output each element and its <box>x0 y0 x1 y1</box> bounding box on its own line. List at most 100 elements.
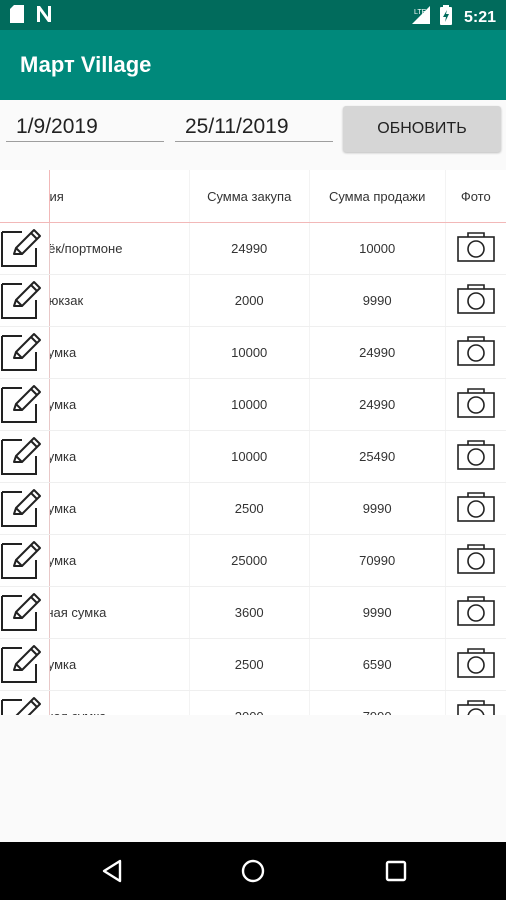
camera-icon <box>456 440 496 474</box>
header-photo[interactable]: Фото <box>444 170 506 223</box>
table-row[interactable]: рожная сумка 36009990 <box>0 586 506 639</box>
table-row[interactable]: ой рюкзак 20009990 <box>0 274 506 327</box>
category-cell: ая сумка <box>49 378 190 431</box>
header-buy-sum[interactable]: Сумма закупа <box>188 170 310 223</box>
photo-button[interactable] <box>444 222 506 275</box>
table-row[interactable]: ая сумка 1000024990 <box>0 326 506 379</box>
svg-text:LTE: LTE <box>414 9 427 16</box>
edit-button[interactable] <box>0 638 51 691</box>
sell-sum-cell: 9990 <box>308 482 446 535</box>
edit-button[interactable] <box>0 326 51 379</box>
table-header-row: егория Сумма закупа Сумма продажи Фото <box>0 170 506 223</box>
buy-sum-cell: 25000 <box>188 534 310 587</box>
buy-sum-cell: 2000 <box>188 274 310 327</box>
edit-icon <box>0 593 42 635</box>
edit-icon <box>0 489 42 531</box>
camera-icon <box>456 388 496 422</box>
table-row[interactable]: рожная сумка20007990 <box>0 690 506 715</box>
photo-button[interactable] <box>444 326 506 379</box>
buy-sum-cell: 3600 <box>188 586 310 639</box>
sell-sum-cell: 9990 <box>308 274 446 327</box>
camera-icon <box>456 648 496 682</box>
edit-button[interactable] <box>0 690 51 715</box>
refresh-button[interactable]: обновить <box>343 106 501 152</box>
header-category[interactable]: егория <box>49 170 190 223</box>
edit-button[interactable] <box>0 274 51 327</box>
edit-button[interactable] <box>0 430 51 483</box>
camera-icon <box>456 544 496 578</box>
table-row[interactable]: ая сумка 1000025490 <box>0 430 506 483</box>
photo-button[interactable] <box>444 430 506 483</box>
app-bar: Март Village <box>0 30 506 100</box>
photo-button[interactable] <box>444 274 506 327</box>
status-bar: LTE 5:21 <box>0 0 506 30</box>
buy-sum-cell: 2000 <box>188 690 310 715</box>
buy-sum-cell: 10000 <box>188 326 310 379</box>
back-icon <box>102 859 122 883</box>
back-button[interactable] <box>97 856 127 886</box>
edit-icon <box>0 385 42 427</box>
sell-sum-cell: 24990 <box>308 326 446 379</box>
sell-sum-cell: 10000 <box>308 222 446 275</box>
photo-button[interactable] <box>444 378 506 431</box>
photo-button[interactable] <box>444 534 506 587</box>
table-row[interactable]: ая сумка 2500070990 <box>0 534 506 587</box>
end-date-input[interactable] <box>175 112 333 142</box>
header-sell-sum[interactable]: Сумма продажи <box>308 170 446 223</box>
photo-button[interactable] <box>444 482 506 535</box>
photo-button[interactable] <box>444 586 506 639</box>
category-cell: шелёк/портмоне <box>49 222 190 275</box>
category-cell: ая сумка <box>49 482 190 535</box>
camera-icon <box>456 284 496 318</box>
n-notification-icon <box>36 5 52 28</box>
photo-button[interactable] <box>444 638 506 691</box>
photo-button[interactable] <box>444 690 506 715</box>
edit-icon <box>0 437 42 479</box>
header-category-label: егория <box>49 188 64 204</box>
start-date-input[interactable] <box>6 112 164 142</box>
buy-sum-cell: 10000 <box>188 430 310 483</box>
sales-table-container[interactable]: егория Сумма закупа Сумма продажи Фото ш… <box>0 170 506 715</box>
sell-sum-cell: 7990 <box>308 690 446 715</box>
category-text: ая сумка <box>50 657 77 672</box>
buy-sum-cell: 2500 <box>188 638 310 691</box>
sd-card-icon <box>10 5 24 28</box>
edit-icon <box>0 645 42 687</box>
date-filter-row: обновить <box>0 100 506 170</box>
category-cell: рожная сумка <box>49 586 190 639</box>
category-cell: ая сумка <box>49 638 190 691</box>
edit-button[interactable] <box>0 482 51 535</box>
category-text: ой рюкзак <box>49 293 84 308</box>
home-icon <box>241 859 265 883</box>
edit-button[interactable] <box>0 534 51 587</box>
category-text: ая сумка <box>50 449 77 464</box>
category-text: ая сумка <box>50 345 77 360</box>
edit-button[interactable] <box>0 222 51 275</box>
sales-table: егория Сумма закупа Сумма продажи Фото ш… <box>0 170 506 715</box>
table-row[interactable]: ая сумка 25006590 <box>0 638 506 691</box>
sell-sum-cell: 70990 <box>308 534 446 587</box>
recents-icon <box>385 860 407 882</box>
edit-icon <box>0 281 42 323</box>
recents-button[interactable] <box>381 856 411 886</box>
edit-icon <box>0 541 42 583</box>
category-cell: ой рюкзак <box>49 274 190 327</box>
table-row[interactable]: шелёк/портмоне 2499010000 <box>0 222 506 275</box>
category-text: рожная сумка <box>50 605 107 620</box>
camera-icon <box>456 336 496 370</box>
edit-button[interactable] <box>0 378 51 431</box>
battery-icon <box>439 5 452 30</box>
home-button[interactable] <box>238 856 268 886</box>
edit-icon <box>0 333 42 375</box>
sell-sum-cell: 24990 <box>308 378 446 431</box>
camera-icon <box>456 492 496 526</box>
table-row[interactable]: ая сумка 25009990 <box>0 482 506 535</box>
app-title: Март Village <box>20 52 152 77</box>
buy-sum-cell: 2500 <box>188 482 310 535</box>
edit-button[interactable] <box>0 586 51 639</box>
category-text: ая сумка <box>50 397 77 412</box>
category-cell: рожная сумка <box>49 690 190 715</box>
table-row[interactable]: ая сумка 1000024990 <box>0 378 506 431</box>
category-cell: ая сумка <box>49 326 190 379</box>
sell-sum-cell: 25490 <box>308 430 446 483</box>
